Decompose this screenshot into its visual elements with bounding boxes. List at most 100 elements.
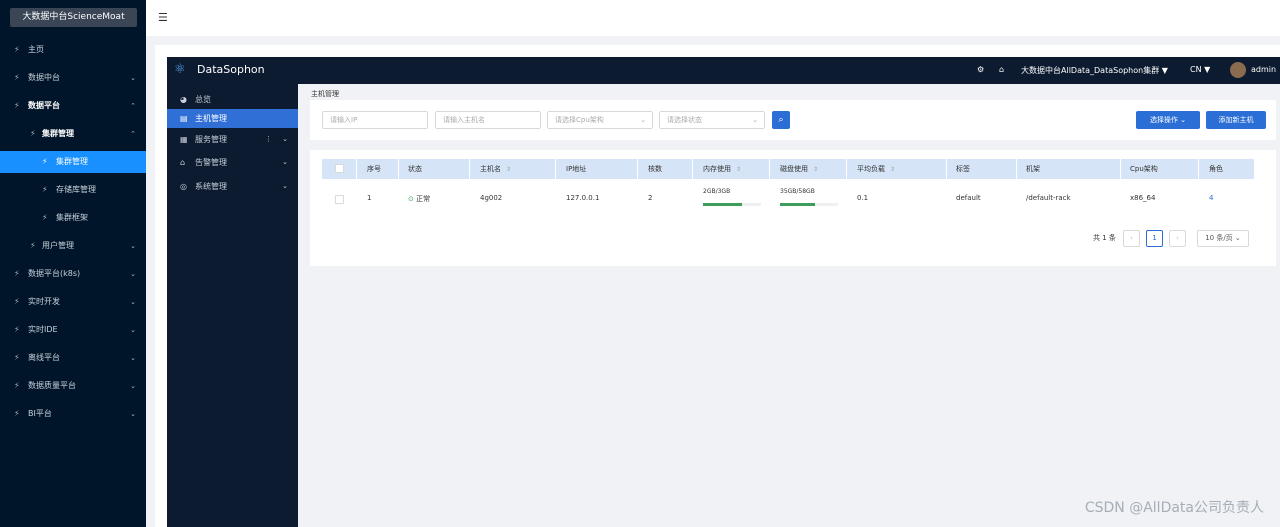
filter-panel: 请输入IP 请输入主机名 请选择Cpu架构 ⌄ 请选择状态 ⌄ ⌕ 选择操作 ⌄… <box>310 100 1276 140</box>
sidebar-item-data-middle[interactable]: ⚡ 数据中台 ⌄ <box>0 64 146 92</box>
ds-nav-overview[interactable]: ◕ 总览 <box>167 90 298 109</box>
sidebar-item-label: 离线平台 <box>28 353 60 362</box>
sidebar-item-cluster-mgmt[interactable]: ⚡ 集群管理 <box>0 151 146 173</box>
ds-nav-service-mgmt[interactable]: ▦ 服务管理 ⋮ ⌄ <box>167 130 298 149</box>
sidebar-item-label: 实时开发 <box>28 297 60 306</box>
bolt-icon: ⚡ <box>42 157 48 166</box>
language-label: CN <box>1190 65 1202 74</box>
cpu-arch-select[interactable]: 请选择Cpu架构 ⌄ <box>547 111 653 129</box>
sidebar-item-storage-mgmt[interactable]: ⚡ 存储库管理 <box>0 176 146 204</box>
add-host-button[interactable]: 添加新主机 <box>1206 111 1266 129</box>
cell-label: default <box>956 194 981 202</box>
column-divider <box>692 159 693 179</box>
sidebar-item-data-platform[interactable]: ⚡ 数据平台 ⌃ <box>0 92 146 120</box>
bolt-icon: ⚡ <box>14 409 20 418</box>
cell-roles-link[interactable]: 4 <box>1209 194 1213 202</box>
page-size-select[interactable]: 10 条/页 ⌄ <box>1197 230 1249 247</box>
prev-page-button[interactable]: ‹ <box>1123 230 1140 247</box>
chevron-down-icon: ⌄ <box>130 326 136 334</box>
sidebar-item-realtime-ide[interactable]: ⚡ 实时IDE ⌄ <box>0 316 146 344</box>
cell-hostname: 4g002 <box>480 194 503 202</box>
ds-nav-label: 主机管理 <box>195 114 227 123</box>
avatar[interactable] <box>1230 62 1246 78</box>
bolt-icon: ⚡ <box>14 73 20 82</box>
select-all-checkbox[interactable] <box>335 164 344 173</box>
target-icon: ◎ <box>180 182 187 191</box>
ds-nav-system-mgmt[interactable]: ◎ 系统管理 ⌄ <box>167 177 298 196</box>
sidebar-item-label: 数据中台 <box>28 73 60 82</box>
col-header-hostname[interactable]: 主机名 ⇕ <box>480 159 511 179</box>
settings-icon[interactable]: ⚙ <box>977 65 984 74</box>
menu-fold-icon[interactable]: ☰ <box>158 11 168 24</box>
bolt-icon: ⚡ <box>42 185 48 194</box>
sidebar-item-data-platform-k8s[interactable]: ⚡ 数据平台(k8s) ⌄ <box>0 260 146 288</box>
next-page-button[interactable]: › <box>1169 230 1186 247</box>
ds-nav-host-mgmt[interactable]: ▤ 主机管理 <box>167 109 298 128</box>
col-header-disk[interactable]: 磁盘使用 ⇕ <box>780 159 818 179</box>
col-header-index: 序号 <box>367 165 381 173</box>
sidebar-item-home[interactable]: ⚡ 主页 <box>0 36 146 64</box>
page-number-button[interactable]: 1 <box>1146 230 1163 247</box>
grid-icon: ▦ <box>180 135 188 144</box>
sidebar-item-data-quality[interactable]: ⚡ 数据质量平台 ⌄ <box>0 372 146 400</box>
sidebar-item-realtime-dev[interactable]: ⚡ 实时开发 ⌄ <box>0 288 146 316</box>
hostname-input[interactable]: 请输入主机名 <box>435 111 541 129</box>
column-divider <box>1198 159 1199 179</box>
ip-input[interactable]: 请输入IP <box>322 111 428 129</box>
sidebar-item-label: 存储库管理 <box>56 185 96 194</box>
check-circle-icon: ⊙ <box>408 195 414 203</box>
status-text: 正常 <box>416 195 431 203</box>
col-header-memory[interactable]: 内存使用 ⇕ <box>703 159 741 179</box>
row-checkbox[interactable] <box>335 195 344 204</box>
bolt-icon: ⚡ <box>14 353 20 362</box>
select-action-button[interactable]: 选择操作 ⌄ <box>1136 111 1200 129</box>
column-divider <box>1120 159 1121 179</box>
sort-icon: ⇕ <box>736 166 742 173</box>
language-selector[interactable]: CN ▼ <box>1190 65 1210 74</box>
cell-status: ⊙ 正常 <box>408 194 430 204</box>
atom-logo-icon: ⚛ <box>174 62 186 77</box>
cell-index: 1 <box>367 194 372 202</box>
column-divider <box>846 159 847 179</box>
sidebar-item-cluster-mgmt-group[interactable]: ⚡ 集群管理 ⌃ <box>0 120 146 148</box>
chevron-down-icon: ⌄ <box>130 242 136 250</box>
col-header-label: 平均负载 <box>857 165 885 173</box>
sidebar-item-label: 实时IDE <box>28 325 58 334</box>
column-divider <box>1016 159 1017 179</box>
sidebar-item-label: 主页 <box>28 45 44 54</box>
search-button[interactable]: ⌕ <box>772 111 790 129</box>
chevron-down-icon: ⌄ <box>1234 234 1241 242</box>
datasophon-header: ⚛ DataSophon ⚙ ⌂ 大数据中台AllData_DataSophon… <box>167 57 1280 84</box>
column-divider <box>769 159 770 179</box>
more-icon[interactable]: ⋮ <box>265 130 272 149</box>
col-header-cpu-arch: Cpu架构 <box>1130 165 1158 173</box>
col-header-label-tag: 标签 <box>956 165 970 173</box>
username[interactable]: admin <box>1251 65 1276 74</box>
chevron-down-icon: ⌄ <box>130 270 136 278</box>
page-size-label: 10 条/页 <box>1205 234 1233 242</box>
datasophon-sidebar: ◕ 总览 ▤ 主机管理 ▦ 服务管理 ⋮ ⌄ ⌂ 告警管理 ⌄ ◎ 系统管理 ⌄ <box>167 84 298 527</box>
ds-nav-label: 总览 <box>195 95 211 104</box>
cluster-selector[interactable]: 大数据中台AllData_DataSophon集群 ▼ <box>1021 65 1168 76</box>
sort-icon: ⇕ <box>890 166 896 173</box>
column-divider <box>356 159 357 179</box>
bolt-icon: ⚡ <box>14 297 20 306</box>
alert-bell-icon[interactable]: ⌂ <box>999 65 1004 74</box>
alarm-icon: ⌂ <box>180 158 186 167</box>
sidebar-item-user-mgmt[interactable]: ⚡ 用户管理 ⌄ <box>0 232 146 260</box>
col-header-status: 状态 <box>408 165 422 173</box>
sidebar-item-bi-platform[interactable]: ⚡ BI平台 ⌄ <box>0 400 146 428</box>
sidebar-item-offline-platform[interactable]: ⚡ 离线平台 ⌄ <box>0 344 146 372</box>
chevron-down-icon: ⌄ <box>282 135 288 143</box>
col-header-load[interactable]: 平均负载 ⇕ <box>857 159 895 179</box>
ds-nav-alert-mgmt[interactable]: ⌂ 告警管理 ⌄ <box>167 153 298 172</box>
status-select[interactable]: 请选择状态 ⌄ <box>659 111 765 129</box>
cluster-name: 大数据中台AllData_DataSophon集群 <box>1021 66 1160 75</box>
server-icon: ▤ <box>180 114 188 123</box>
chevron-down-icon: ⌄ <box>130 410 136 418</box>
cell-ip: 127.0.0.1 <box>566 194 600 202</box>
breadcrumb: 主机管理 <box>311 90 339 98</box>
sidebar-item-cluster-framework[interactable]: ⚡ 集群框架 <box>0 204 146 232</box>
sidebar-item-label: 集群管理 <box>56 157 88 166</box>
outer-sidebar: 大数据中台ScienceMoat ⚡ 主页 ⚡ 数据中台 ⌄ ⚡ 数据平台 ⌃ … <box>0 0 146 527</box>
